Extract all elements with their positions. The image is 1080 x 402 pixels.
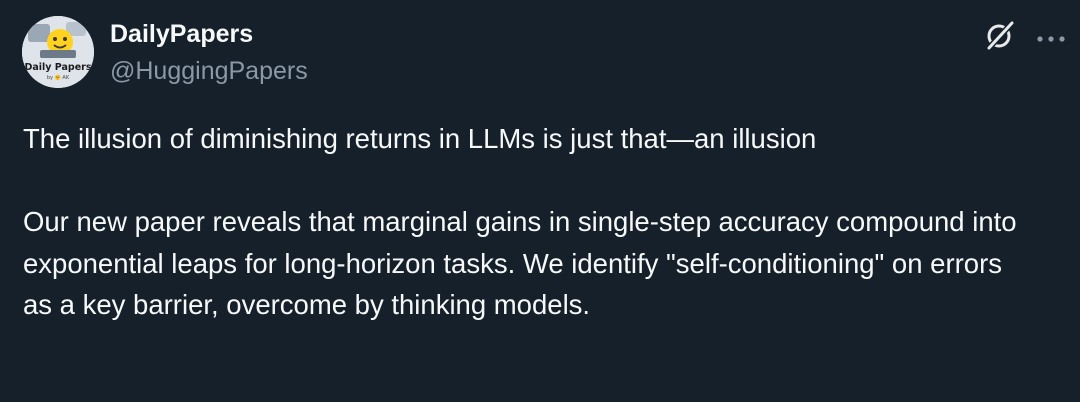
author-display-name[interactable]: DailyPapers [110,19,253,49]
tweet-paragraph-2: Our new paper reveals that marginal gain… [23,206,1025,320]
avatar-image: Daily Papers by 🤗 AK [22,16,94,88]
author-handle[interactable]: @HuggingPapers [110,56,308,86]
grok-icon[interactable] [983,18,1017,52]
more-options-icon[interactable] [1036,30,1066,42]
avatar-logo-subtext: by 🤗 AK [47,74,70,81]
avatar[interactable]: Daily Papers by 🤗 AK [22,16,94,88]
avatar-logo-text: Daily Papers [24,62,91,73]
tweet-body: The illusion of diminishing returns in L… [23,118,1023,326]
tweet-card: Daily Papers by 🤗 AK DailyPapers @Huggin… [0,0,1080,402]
tweet-paragraph-1: The illusion of diminishing returns in L… [23,123,817,154]
